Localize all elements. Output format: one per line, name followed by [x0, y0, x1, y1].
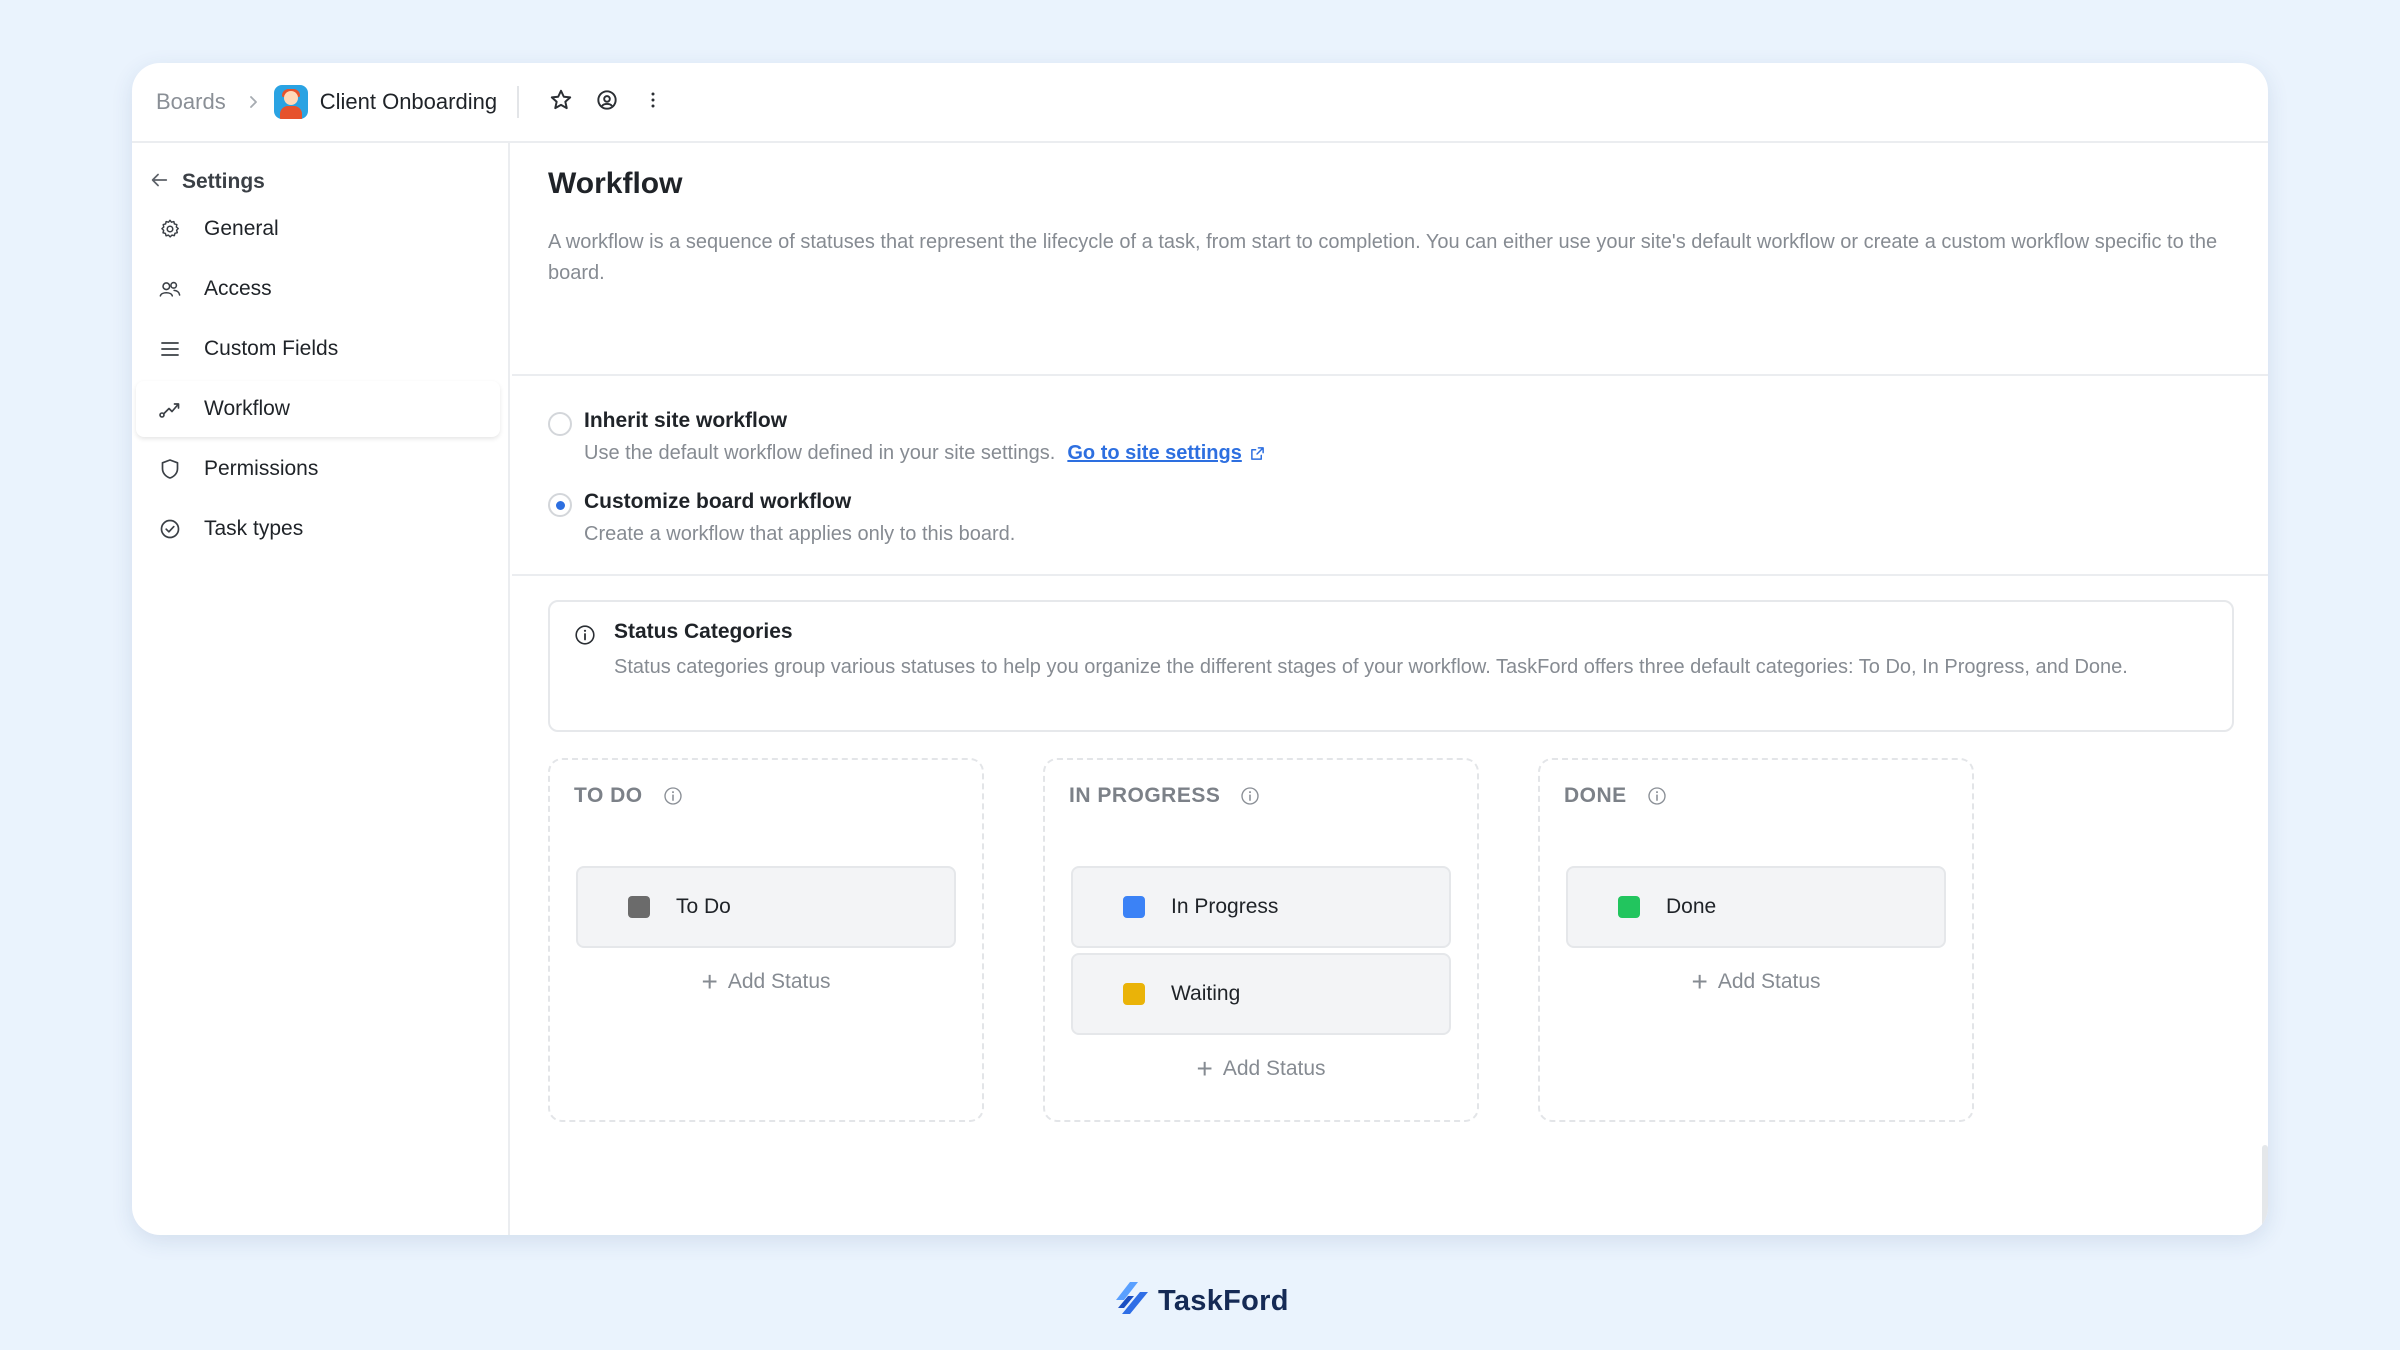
more-vertical-icon [641, 88, 665, 117]
sidebar-item-label: Access [204, 277, 272, 300]
board-name[interactable]: Client Onboarding [320, 89, 497, 115]
plus-icon: + [1196, 1053, 1213, 1084]
status-color-swatch [1618, 896, 1640, 918]
sidebar-item-label: Workflow [204, 397, 290, 420]
sidebar-item-task-types[interactable]: Task types [136, 501, 500, 557]
radio-customize[interactable] [548, 493, 572, 517]
status-name: In Progress [1171, 895, 1279, 918]
page-title: Workflow [548, 167, 683, 200]
check-circle-icon [158, 517, 182, 541]
divider [512, 574, 2268, 576]
star-button[interactable] [541, 82, 581, 122]
info-title: Status Categories [614, 620, 793, 643]
option-inherit-site-workflow[interactable]: Inherit site workflow Use the default wo… [548, 405, 1265, 469]
sidebar-item-general[interactable]: General [136, 201, 500, 257]
add-status-button[interactable]: + Add Status [550, 968, 982, 996]
category-label: TO DO [574, 784, 643, 807]
chevron-right-icon [246, 95, 260, 109]
shield-icon [158, 457, 182, 481]
info-icon[interactable] [663, 786, 683, 806]
category-column-todo: TO DO To Do + Add Status [548, 758, 984, 1122]
info-icon[interactable] [1240, 786, 1260, 806]
option-description: Use the default workflow defined in your… [584, 442, 1056, 464]
status-card-to-do[interactable]: To Do [576, 866, 956, 948]
status-name: Waiting [1171, 982, 1241, 1005]
status-color-swatch [628, 896, 650, 918]
settings-sidebar: Settings General Access Custom Fields Wo [132, 143, 510, 1235]
category-column-done: DONE Done + Add Status [1538, 758, 1974, 1122]
category-label: IN PROGRESS [1069, 784, 1221, 807]
sidebar-item-workflow[interactable]: Workflow [136, 381, 500, 437]
gear-icon [158, 217, 182, 241]
more-button[interactable] [633, 82, 673, 122]
status-color-swatch [1123, 896, 1145, 918]
settings-label: Settings [182, 170, 265, 193]
divider [512, 374, 2268, 376]
status-card-waiting[interactable]: Waiting [1071, 953, 1451, 1035]
users-icon [158, 277, 182, 301]
status-name: Done [1666, 895, 1717, 918]
add-status-button[interactable]: + Add Status [1045, 1055, 1477, 1083]
back-to-settings[interactable]: Settings [148, 165, 265, 199]
sidebar-item-permissions[interactable]: Permissions [136, 441, 500, 497]
info-icon [574, 624, 596, 651]
info-icon[interactable] [1647, 786, 1667, 806]
sidebar-item-label: Permissions [204, 457, 319, 480]
watch-icon [594, 87, 620, 118]
scrollbar-handle[interactable] [2262, 1145, 2268, 1229]
watch-button[interactable] [587, 82, 627, 122]
top-bar: Boards Client Onboarding [132, 63, 2268, 143]
board-avatar-icon [273, 85, 308, 119]
main-content: Workflow A workflow is a sequence of sta… [512, 143, 2268, 1235]
taskford-logo: TaskFord [1112, 1278, 1289, 1325]
star-icon [548, 87, 574, 118]
brand-name: TaskFord [1158, 1285, 1289, 1317]
radio-inherit[interactable] [548, 412, 572, 436]
list-icon [158, 337, 182, 361]
taskford-logo-icon [1112, 1278, 1152, 1325]
status-name: To Do [676, 895, 731, 918]
external-link-icon [1250, 446, 1265, 461]
divider [517, 86, 520, 118]
add-status-button[interactable]: + Add Status [1540, 968, 1972, 996]
option-title: Customize board workflow [584, 490, 852, 513]
breadcrumb-boards[interactable]: Boards [156, 89, 226, 115]
app-window: Boards Client Onboarding Settings Genera… [132, 63, 2268, 1235]
page-description: A workflow is a sequence of statuses tha… [548, 231, 2218, 284]
option-customize-board-workflow[interactable]: Customize board workflow Create a workfl… [548, 486, 1015, 550]
plus-icon: + [1691, 966, 1708, 997]
status-card-in-progress[interactable]: In Progress [1071, 866, 1451, 948]
status-card-done[interactable]: Done [1566, 866, 1946, 948]
sidebar-item-access[interactable]: Access [136, 261, 500, 317]
go-to-site-settings-link[interactable]: Go to site settings [1067, 437, 1241, 469]
category-label: DONE [1564, 784, 1627, 807]
workflow-icon [158, 397, 182, 421]
sidebar-item-custom-fields[interactable]: Custom Fields [136, 321, 500, 377]
info-description: Status categories group various statuses… [614, 656, 2128, 678]
sidebar-item-label: Task types [204, 517, 304, 540]
sidebar-item-label: General [204, 217, 279, 240]
plus-icon: + [701, 966, 718, 997]
status-categories-info: Status Categories Status categories grou… [548, 600, 2234, 732]
option-description: Create a workflow that applies only to t… [584, 523, 1016, 545]
option-title: Inherit site workflow [584, 409, 788, 432]
sidebar-item-label: Custom Fields [204, 337, 339, 360]
category-column-in-progress: IN PROGRESS In Progress Waiting + Add St… [1043, 758, 1479, 1122]
status-color-swatch [1123, 983, 1145, 1005]
arrow-left-icon [148, 169, 170, 196]
